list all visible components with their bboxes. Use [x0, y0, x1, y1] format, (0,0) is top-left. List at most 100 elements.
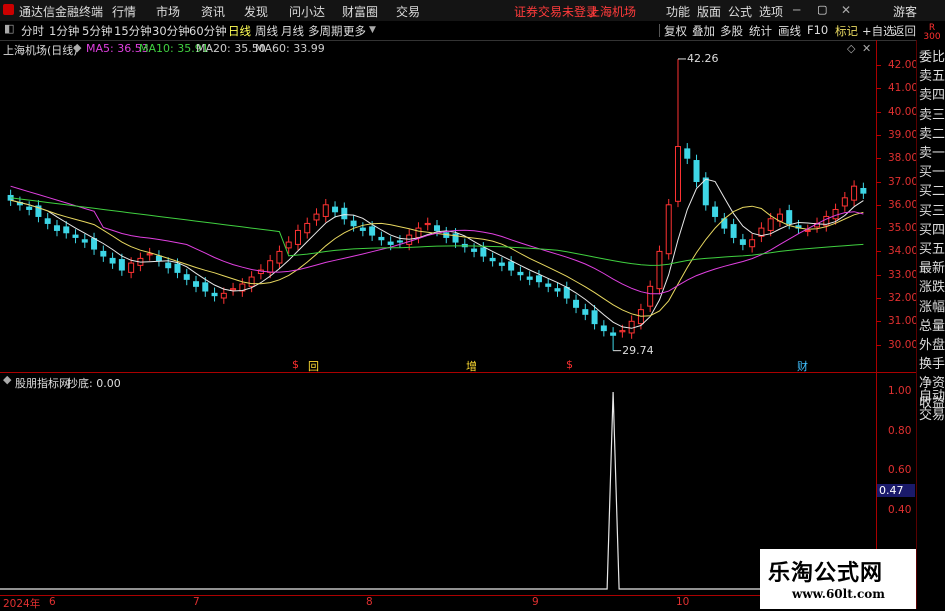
menu-item-quotes[interactable]: 行情	[112, 3, 136, 20]
sub-axis-label: 0.40	[888, 504, 912, 516]
candle-body	[693, 160, 700, 182]
event-marker-dividend-2[interactable]: $	[566, 358, 573, 371]
candle-body	[248, 276, 255, 287]
side-panel-item[interactable]: 委比	[919, 46, 945, 65]
side-panel-item[interactable]: 涨幅	[919, 296, 945, 315]
period-tab-15min[interactable]: 15分钟	[114, 23, 152, 39]
event-marker-dividend[interactable]: $	[292, 358, 299, 371]
minimize-icon[interactable]: ─	[793, 3, 800, 17]
side-panel-item[interactable]: 买一	[919, 161, 945, 180]
more-dropdown-icon[interactable]: ▼	[369, 25, 376, 35]
guest-user[interactable]: 游客	[893, 3, 917, 20]
side-panel-item[interactable]: 总量	[919, 315, 945, 334]
candle-body	[712, 206, 719, 217]
indicator-chart[interactable]	[0, 373, 876, 595]
side-panel-item[interactable]: 换手	[919, 353, 945, 372]
event-marker-buyback[interactable]: 回	[308, 358, 319, 374]
price-tick	[876, 344, 881, 346]
x-axis-month-9: 9	[532, 596, 539, 608]
price-tick	[876, 88, 881, 90]
candle-body	[155, 255, 162, 262]
side-panel-item[interactable]: 涨跌	[919, 276, 945, 295]
menu-item-function[interactable]: 功能	[666, 3, 690, 20]
panel-toggle-icon[interactable]: ◧	[4, 22, 14, 35]
candlestick-chart[interactable]	[0, 56, 876, 372]
login-notice[interactable]: 证券交易未登录	[514, 3, 598, 20]
price-tick	[876, 274, 881, 276]
maximize-icon[interactable]: ▢	[817, 3, 827, 16]
menu-item-market[interactable]: 市场	[156, 3, 180, 20]
side-panel-item[interactable]: 卖五	[919, 65, 945, 84]
period-tab-more[interactable]: 更多	[343, 23, 366, 39]
candle-body	[183, 274, 190, 280]
period-tab-1min[interactable]: 1分钟	[49, 23, 79, 39]
side-panel-item[interactable]: 买三	[919, 200, 945, 219]
menu-item-trade[interactable]: 交易	[396, 3, 420, 20]
period-tab-60min[interactable]: 60分钟	[189, 23, 227, 39]
side-panel-item[interactable]: 卖四	[919, 84, 945, 103]
menu-item-discover[interactable]: 发现	[244, 3, 268, 20]
menu-item-wealth[interactable]: 财富圈	[342, 3, 378, 20]
sub-axis-label: 1.00	[888, 385, 912, 397]
trade-button[interactable]: 交易	[919, 404, 945, 423]
side-panel-item[interactable]: 最新	[919, 257, 945, 276]
menu-item-options[interactable]: 选项	[759, 3, 783, 20]
candle-body	[767, 218, 774, 231]
restore-rights-button[interactable]: 复权	[664, 23, 687, 39]
candle-body	[860, 187, 867, 194]
multi-stock-button[interactable]: 多股	[720, 23, 743, 39]
menu-item-layout[interactable]: 版面	[697, 3, 721, 20]
side-panel-item[interactable]: 卖二	[919, 123, 945, 142]
add-watchlist-button[interactable]: +自选	[862, 23, 895, 39]
menu-item-news[interactable]: 资讯	[201, 3, 225, 20]
statistics-button[interactable]: 统计	[749, 23, 772, 39]
period-tab-daily[interactable]: 日线	[228, 23, 251, 39]
bottom-signal-line	[0, 391, 876, 590]
f10-button[interactable]: F10	[807, 23, 828, 37]
period-tab-multi[interactable]: 多周期	[308, 23, 343, 39]
candle-body	[118, 259, 125, 271]
side-panel-item[interactable]: 外盘	[919, 334, 945, 353]
side-panel-item[interactable]: 买四	[919, 219, 945, 238]
side-panel-item[interactable]: 卖三	[919, 104, 945, 123]
draw-line-button[interactable]: 画线	[778, 23, 801, 39]
overlay-button[interactable]: 叠加	[692, 23, 715, 39]
settings-icon[interactable]: ◆	[73, 41, 81, 54]
x-axis-month-6: 6	[49, 596, 56, 608]
side-panel-item[interactable]: 买二	[919, 180, 945, 199]
price-tick-label: 36.00	[888, 198, 919, 211]
close-icon[interactable]: ✕	[841, 3, 851, 17]
price-tick	[876, 65, 881, 66]
candle-body	[109, 257, 116, 264]
period-tab-monthly[interactable]: 月线	[281, 23, 304, 39]
event-marker-finance[interactable]: 财	[797, 358, 808, 374]
event-marker-increase[interactable]: 增	[466, 358, 477, 374]
candle-body	[517, 271, 524, 276]
menu-item-ask[interactable]: 问小达	[289, 3, 325, 20]
side-panel-item[interactable]: 卖一	[919, 142, 945, 161]
chart-close-icon[interactable]: ✕	[862, 42, 871, 55]
side-panel-item[interactable]: 买五	[919, 238, 945, 257]
price-tick-label: 30.00	[888, 338, 919, 351]
menu-item-formula[interactable]: 公式	[728, 3, 752, 20]
price-tick	[876, 158, 881, 160]
period-tab-timeshare[interactable]: 分时	[21, 23, 44, 39]
auto-trade-button[interactable]: 自动	[919, 385, 945, 404]
ma5-line	[10, 178, 864, 329]
period-tab-30min[interactable]: 30分钟	[152, 23, 190, 39]
candle-body	[193, 281, 200, 287]
back-button[interactable]: 返回	[893, 23, 916, 39]
mark-button[interactable]: 标记	[835, 23, 858, 39]
candle-body	[128, 262, 135, 273]
candle-body	[220, 292, 227, 299]
period-tab-5min[interactable]: 5分钟	[82, 23, 112, 39]
chart-settings-icon[interactable]: ◇	[847, 42, 855, 55]
low-price-label: 29.74	[622, 343, 654, 357]
candle-body	[174, 263, 181, 273]
x-axis-month-7: 7	[193, 596, 200, 608]
candle-body	[730, 224, 737, 238]
period-tab-weekly[interactable]: 周线	[255, 23, 278, 39]
candle-body	[804, 229, 811, 232]
price-tick-label: 37.00	[888, 175, 919, 188]
price-tick-label: 35.00	[888, 222, 919, 235]
